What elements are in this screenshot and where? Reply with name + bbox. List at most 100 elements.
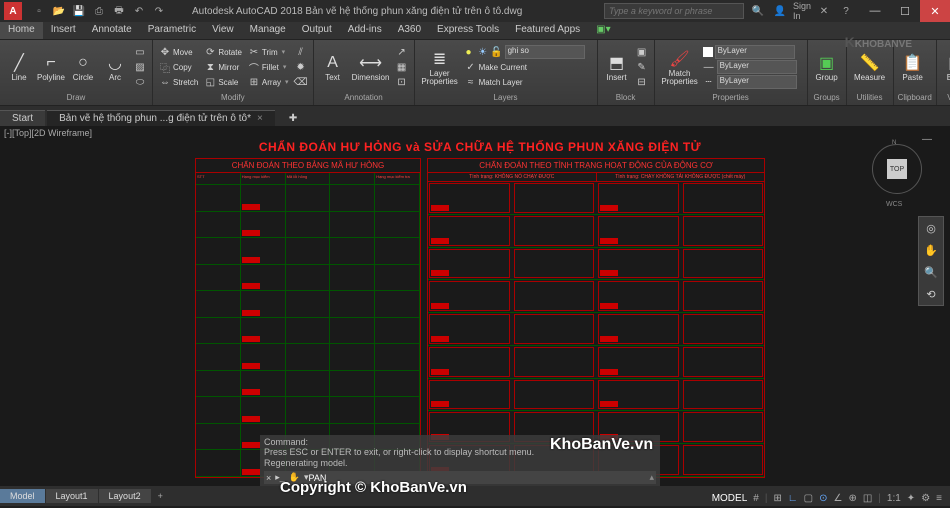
status-menu-icon[interactable]: ≡ (934, 493, 944, 504)
modify-ext3[interactable]: ⌫ (293, 75, 309, 90)
status-ortho-icon[interactable]: ∟ (786, 493, 800, 504)
copy-button[interactable]: ⿻Copy (157, 60, 200, 75)
tab-addins[interactable]: Add-ins (340, 22, 390, 39)
help-icon[interactable]: ? (836, 3, 856, 19)
add-layout-button[interactable]: + (152, 489, 169, 503)
status-annovis-icon[interactable]: ✦ (905, 493, 917, 504)
status-polar-icon[interactable]: ▢ (802, 493, 815, 504)
signin-link[interactable]: Sign In (792, 3, 812, 19)
status-grid-icon[interactable]: # (751, 493, 761, 504)
status-model[interactable]: MODEL (710, 493, 750, 504)
modify-ext2[interactable]: ✹ (293, 60, 309, 75)
layer-select[interactable]: ghi so (505, 45, 585, 59)
sun-icon[interactable]: ☀ (477, 46, 489, 58)
viewport-label[interactable]: [-][Top][2D Wireframe] (4, 128, 92, 138)
line-button[interactable]: ╱Line (4, 43, 34, 91)
make-current-button[interactable]: ✓Make Current (463, 60, 593, 75)
pan-icon[interactable]: ✋ (919, 239, 943, 261)
rotate-button[interactable]: ⟳Rotate (202, 45, 244, 60)
paste-button[interactable]: 📋Paste (898, 43, 928, 91)
saveas-icon[interactable]: ⎙ (90, 2, 108, 20)
status-osnap-icon[interactable]: ⊙ (817, 493, 829, 504)
close-tab-icon[interactable]: × (257, 113, 263, 124)
tab-home[interactable]: Home (0, 22, 43, 39)
minimize-button[interactable]: — (860, 0, 890, 22)
tab-a360[interactable]: A360 (390, 22, 429, 39)
insert-button[interactable]: ⬒Insert (602, 43, 632, 91)
status-annoscale[interactable]: 1:1 (885, 493, 903, 504)
app-logo[interactable]: A (4, 2, 22, 20)
layer-properties-button[interactable]: ≣Layer Properties (419, 43, 461, 91)
status-lwt-icon[interactable]: ⊕ (846, 493, 858, 504)
lock-icon[interactable]: 🔓 (491, 46, 503, 58)
open-icon[interactable]: 📂 (50, 2, 68, 20)
text-button[interactable]: AText (318, 43, 348, 91)
tab-output[interactable]: Output (294, 22, 340, 39)
status-gear-icon[interactable]: ⚙ (919, 493, 932, 504)
attr-block[interactable]: ⊟ (634, 75, 650, 90)
exchange-icon[interactable]: ✕ (814, 3, 834, 19)
wcs-label[interactable]: WCS (886, 201, 902, 208)
orbit-icon[interactable]: ⟲ (919, 283, 943, 305)
tab-view[interactable]: View (204, 22, 242, 39)
maximize-button[interactable]: ☐ (890, 0, 920, 22)
tab-parametric[interactable]: Parametric (140, 22, 204, 39)
undo-icon[interactable]: ↶ (130, 2, 148, 20)
scale-button[interactable]: ◱Scale (202, 75, 244, 90)
group-button[interactable]: ▣Group (812, 43, 842, 91)
viewcube-min-icon[interactable]: — (922, 134, 932, 145)
draw-more1[interactable]: ▭ (132, 45, 148, 60)
create-block[interactable]: ▣ (634, 45, 650, 60)
fillet-button[interactable]: ⌒Fillet▾ (246, 60, 291, 75)
status-otrack-icon[interactable]: ∠ (831, 493, 844, 504)
annot-more[interactable]: ⊡ (394, 75, 410, 90)
start-tab[interactable]: Start (0, 110, 45, 126)
drawing-viewport[interactable]: [-][Top][2D Wireframe] CHẨN ĐOÁN HƯ HỎNG… (0, 126, 950, 486)
draw-more2[interactable]: ▨ (132, 60, 148, 75)
signin-icon[interactable]: 👤 (770, 3, 790, 19)
tab-annotate[interactable]: Annotate (84, 22, 140, 39)
layout1-tab[interactable]: Layout1 (46, 489, 98, 503)
arc-button[interactable]: ◡Arc (100, 43, 130, 91)
polyline-button[interactable]: ⌐Polyline (36, 43, 66, 91)
array-button[interactable]: ⊞Array▾ (246, 75, 291, 90)
viewcube[interactable]: — TOP N WCS (862, 134, 932, 204)
viewcube-face[interactable]: TOP (887, 159, 907, 179)
stretch-button[interactable]: ⇔Stretch (157, 75, 200, 90)
search-input[interactable] (604, 3, 744, 19)
tab-manage[interactable]: Manage (242, 22, 294, 39)
draw-more3[interactable]: ⬭ (132, 75, 148, 90)
dimension-button[interactable]: ⟷Dimension (350, 43, 392, 91)
zoom-icon[interactable]: 🔍 (919, 261, 943, 283)
trim-button[interactable]: ✂Trim▾ (246, 45, 291, 60)
layout2-tab[interactable]: Layout2 (99, 489, 151, 503)
linetype-select[interactable]: ByLayer (717, 75, 797, 89)
color-select[interactable]: ByLayer (715, 45, 795, 59)
file-tab[interactable]: Bản vẽ hệ thống phun ...g điện tử trên ô… (47, 110, 275, 126)
status-transp-icon[interactable]: ◫ (861, 493, 874, 504)
search-icon[interactable]: 🔍 (748, 3, 768, 19)
plot-icon[interactable]: 🖶 (110, 2, 128, 20)
lineweight-select[interactable]: ByLayer (717, 60, 797, 74)
match-layer-button[interactable]: ≈Match Layer (463, 75, 593, 90)
tab-express[interactable]: Express Tools (429, 22, 507, 39)
close-cmd-icon[interactable]: × (266, 473, 271, 483)
table-button[interactable]: ▦ (394, 60, 410, 75)
move-button[interactable]: ✥Move (157, 45, 200, 60)
save-icon[interactable]: 💾 (70, 2, 88, 20)
mirror-button[interactable]: ⧗Mirror (202, 60, 244, 75)
tab-insert[interactable]: Insert (43, 22, 84, 39)
redo-icon[interactable]: ↷ (150, 2, 168, 20)
model-tab[interactable]: Model (0, 489, 45, 503)
close-button[interactable]: ✕ (920, 0, 950, 22)
bulb-icon[interactable]: ● (463, 46, 475, 58)
new-tab-button[interactable]: ✚ (277, 111, 309, 126)
new-icon[interactable]: ▫ (30, 2, 48, 20)
match-properties-button[interactable]: 🖌Match Properties (659, 43, 701, 91)
modify-ext1[interactable]: ⫽ (293, 45, 309, 60)
leader-button[interactable]: ↗ (394, 45, 410, 60)
tab-featured[interactable]: Featured Apps (507, 22, 588, 39)
measure-button[interactable]: 📏Measure (851, 43, 889, 91)
base-button[interactable]: ◫Base (941, 43, 950, 91)
tab-addon[interactable]: ▣▾ (588, 22, 618, 39)
